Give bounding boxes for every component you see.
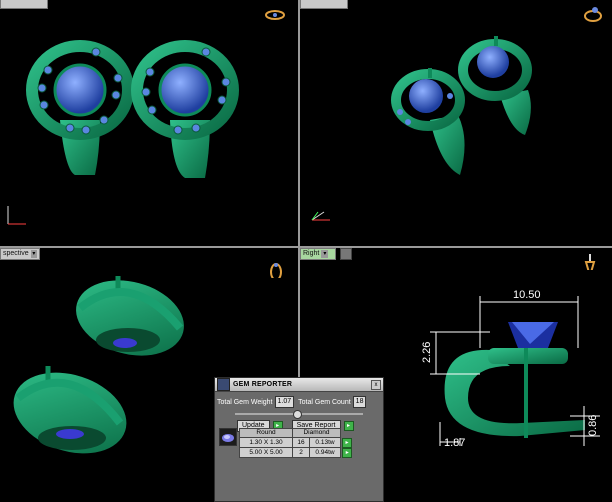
total-gem-count-value: 18 — [352, 396, 367, 408]
viewport-top-right[interactable] — [300, 0, 612, 246]
view-orientation-icon[interactable] — [582, 252, 604, 270]
gem-table: Round Diamond 1.30 X 1.30 16 0.13tw ▸ 5.… — [239, 428, 354, 458]
earring-left — [26, 40, 134, 175]
total-gem-weight-value: 1.07 — [274, 396, 295, 408]
gem-size: 1.30 X 1.30 — [239, 437, 293, 448]
axis-widget — [7, 206, 26, 225]
viewport-top-left[interactable] — [0, 0, 298, 246]
dimension-width: 10.50 — [513, 289, 541, 301]
column-header-shape: Round — [239, 428, 293, 438]
earring-back — [458, 36, 532, 135]
gem-reporter-title: GEM REPORTER — [233, 381, 293, 388]
gem-count: 16 — [292, 437, 310, 448]
axis-widget — [311, 211, 330, 221]
close-icon[interactable]: x — [371, 380, 381, 390]
total-gem-weight-label: Total Gem Weight — [217, 398, 273, 406]
gem-thumbnail-icon — [219, 428, 237, 446]
dimension-height: 2.26 — [421, 342, 433, 363]
gem-totals-row: Total Gem Weight 1.07 Total Gem Count 18 — [215, 395, 383, 409]
earring-lower — [13, 366, 127, 454]
total-gem-count-label: Total Gem Count — [298, 398, 351, 406]
gem-weight: 0.94tw — [309, 447, 341, 458]
earring-right — [131, 40, 239, 178]
earring-front-render — [7, 40, 239, 225]
earring-upper — [76, 276, 184, 356]
select-row-icon[interactable]: ▸ — [342, 437, 352, 448]
gem-count: 2 — [292, 447, 310, 458]
table-row[interactable]: 5.00 X 5.00 2 0.94tw ▸ — [239, 447, 354, 458]
gem-reporter-titlebar[interactable]: GEM REPORTER x — [215, 378, 383, 392]
view-orientation-icon[interactable] — [582, 4, 604, 22]
gem-reporter-icon — [217, 378, 230, 391]
earring-front — [391, 68, 465, 175]
dimension-thickness: 0.86 — [587, 415, 599, 436]
column-header-material: Diamond — [292, 428, 341, 438]
select-row-icon[interactable]: ▸ — [342, 447, 353, 458]
gem-slider[interactable] — [215, 409, 383, 419]
gem-size: 5.00 X 5.00 — [239, 447, 293, 458]
slider-knob[interactable] — [293, 410, 302, 419]
view-orientation-icon[interactable] — [266, 260, 288, 278]
gem-reporter-panel: GEM REPORTER x Total Gem Weight 1.07 Tot… — [214, 377, 384, 502]
view-orientation-icon[interactable] — [264, 8, 286, 26]
dimension-bottom: 1.87 — [444, 437, 465, 449]
gem-weight: 0.13tw — [309, 437, 341, 448]
earring-iso-render — [311, 36, 532, 221]
table-row[interactable]: 1.30 X 1.30 16 0.13tw ▸ — [239, 437, 354, 448]
